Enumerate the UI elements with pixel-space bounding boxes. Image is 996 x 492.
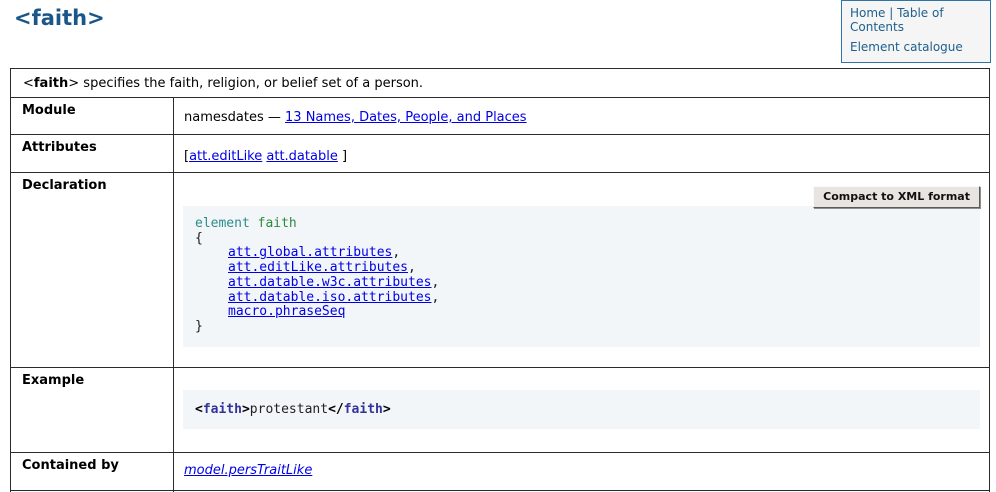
attributes-content: [att.editLike att.datable ] bbox=[174, 135, 989, 172]
example-code-block: <faith>protestant</faith> bbox=[183, 390, 980, 429]
nav-home-link[interactable]: Home bbox=[850, 6, 885, 20]
example-close-gt: > bbox=[383, 402, 391, 417]
module-name: namesdates bbox=[184, 110, 264, 125]
page-title: <faith> bbox=[14, 6, 105, 30]
nav-box: Home | Table of Contents Element catalog… bbox=[841, 0, 991, 63]
code-keyword: element bbox=[195, 216, 250, 231]
att-datable-link[interactable]: att.datable bbox=[266, 149, 337, 164]
module-content: namesdates — 13 Names, Dates, People, an… bbox=[174, 98, 989, 134]
contained-by-row: Contained by model.persTraitLike bbox=[11, 452, 989, 490]
code-open-brace: { bbox=[195, 232, 980, 247]
example-text: protestant bbox=[250, 402, 328, 417]
code-line-link: att.datable.iso.attributes, bbox=[195, 291, 980, 306]
example-open-tag: faith bbox=[203, 402, 242, 417]
code-suffix: , bbox=[432, 275, 440, 290]
module-chapter-link[interactable]: 13 Names, Dates, People, and Places bbox=[285, 110, 527, 125]
module-row: Module namesdates — 13 Names, Dates, Peo… bbox=[11, 97, 989, 134]
compact-to-xml-button[interactable]: Compact to XML format bbox=[813, 186, 980, 208]
tei-element-page: <faith> Home | Table of Contents Element… bbox=[0, 0, 996, 492]
element-spec-table: <faith> specifies the faith, religion, o… bbox=[10, 68, 990, 492]
model-perstraitlike-link[interactable]: model.persTraitLike bbox=[184, 463, 312, 478]
example-close-tag: faith bbox=[344, 402, 383, 417]
att-editlike-link[interactable]: att.editLike bbox=[189, 149, 262, 164]
desc-text: > specifies the faith, religion, or beli… bbox=[68, 76, 423, 91]
code-line-element: element faith bbox=[195, 217, 980, 232]
declaration-code-block: element faith { att.global.attributes, a… bbox=[183, 206, 980, 347]
code-line-link: att.editLike.attributes, bbox=[195, 261, 980, 276]
contained-by-content: model.persTraitLike bbox=[174, 453, 989, 490]
example-close-lt: </ bbox=[328, 402, 344, 417]
att-editlike-attributes-link[interactable]: att.editLike.attributes bbox=[228, 260, 408, 275]
declaration-row: Declaration Compact to XML format elemen… bbox=[11, 172, 989, 367]
code-suffix: , bbox=[392, 245, 400, 260]
nav-element-catalogue-link[interactable]: Element catalogue bbox=[850, 40, 963, 54]
example-open-lt: < bbox=[195, 402, 203, 417]
module-label: Module bbox=[11, 98, 174, 134]
element-description: <faith> specifies the faith, religion, o… bbox=[11, 69, 423, 97]
attributes-close-bracket: ] bbox=[342, 149, 347, 164]
example-label: Example bbox=[11, 368, 174, 452]
nav-line-1: Home | Table of Contents bbox=[850, 6, 982, 34]
code-line-link: macro.phraseSeq bbox=[195, 305, 980, 320]
att-datable-w3c-attributes-link[interactable]: att.datable.w3c.attributes bbox=[228, 275, 432, 290]
example-row: Example <faith>protestant</faith> bbox=[11, 367, 989, 452]
code-line-link: att.datable.w3c.attributes, bbox=[195, 276, 980, 291]
code-close-brace: } bbox=[195, 320, 980, 335]
attributes-row: Attributes [att.editLike att.datable ] bbox=[11, 134, 989, 172]
contained-by-label: Contained by bbox=[11, 453, 174, 490]
code-suffix: , bbox=[408, 260, 416, 275]
nav-line-2: Element catalogue bbox=[850, 40, 982, 54]
desc-tag-name: faith bbox=[34, 76, 68, 91]
att-global-attributes-link[interactable]: att.global.attributes bbox=[228, 245, 392, 260]
desc-open-bracket: < bbox=[23, 76, 34, 91]
code-element-name: faith bbox=[258, 216, 297, 231]
att-datable-iso-attributes-link[interactable]: att.datable.iso.attributes bbox=[228, 290, 432, 305]
attributes-label: Attributes bbox=[11, 135, 174, 172]
nav-separator: | bbox=[889, 6, 893, 20]
example-open-gt: > bbox=[242, 402, 250, 417]
declaration-label: Declaration bbox=[11, 173, 174, 367]
declaration-content: Compact to XML format element faith { at… bbox=[174, 173, 989, 367]
code-line-link: att.global.attributes, bbox=[195, 246, 980, 261]
macro-phraseseq-link[interactable]: macro.phraseSeq bbox=[228, 304, 345, 319]
code-suffix: , bbox=[432, 290, 440, 305]
module-dash: — bbox=[268, 110, 281, 125]
example-content: <faith>protestant</faith> bbox=[174, 368, 989, 452]
description-row: <faith> specifies the faith, religion, o… bbox=[11, 69, 989, 97]
